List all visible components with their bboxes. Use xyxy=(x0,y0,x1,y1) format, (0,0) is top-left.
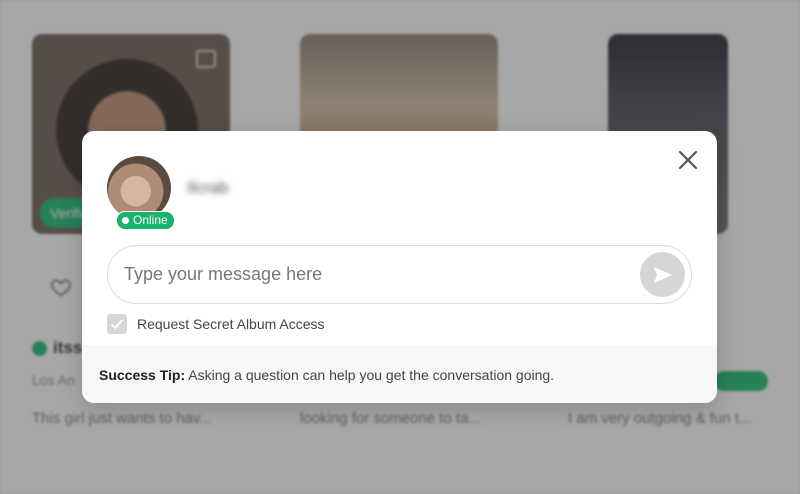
recipient-name: Ilcrab xyxy=(187,178,229,197)
send-icon xyxy=(653,266,672,283)
secret-album-checkbox[interactable] xyxy=(107,314,127,334)
check-icon xyxy=(110,319,124,330)
success-tip: Success Tip: Asking a question can help … xyxy=(99,367,554,383)
message-input[interactable] xyxy=(124,246,624,303)
send-button[interactable] xyxy=(640,252,685,297)
online-dot-icon xyxy=(122,217,129,224)
success-tip-text: Asking a question can help you get the c… xyxy=(185,367,555,383)
online-status-badge: Online xyxy=(116,211,175,230)
message-composer xyxy=(107,245,692,304)
success-tip-label: Success Tip: xyxy=(99,367,186,383)
close-icon[interactable] xyxy=(677,149,699,171)
secret-album-option: Request Secret Album Access xyxy=(107,314,325,334)
message-modal: Online Ilcrab Request Secret Album Acces… xyxy=(82,131,717,403)
secret-album-label: Request Secret Album Access xyxy=(137,316,325,332)
success-tip-bar: Success Tip: Asking a question can help … xyxy=(82,345,717,403)
